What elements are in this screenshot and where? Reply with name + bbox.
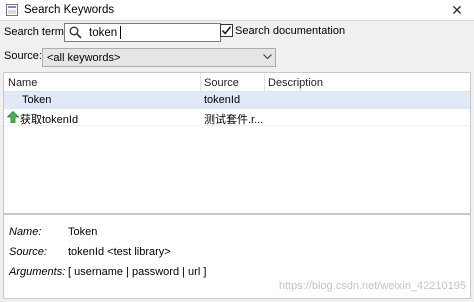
detail-name-label: Name: <box>9 226 42 238</box>
search-documentation-label[interactable]: Search documentation <box>235 25 345 37</box>
search-documentation-checkbox[interactable] <box>220 24 233 37</box>
column-divider[interactable] <box>200 73 201 92</box>
table-row[interactable]: Token tokenId <box>4 92 470 109</box>
table-header: Name Source Description <box>4 73 470 92</box>
detail-source-value: tokenId <test library> <box>68 246 171 258</box>
column-divider[interactable] <box>264 73 265 92</box>
detail-source-label: Source: <box>9 246 47 258</box>
detail-name-value: Token <box>68 226 98 238</box>
keywords-table: Name Source Description Token tokenId 获取… <box>3 72 471 214</box>
column-header-name[interactable]: Name <box>8 77 37 89</box>
column-header-source[interactable]: Source <box>204 77 239 89</box>
close-button[interactable]: ✕ <box>440 0 474 21</box>
window-title: Search Keywords <box>24 4 115 16</box>
search-input-value: token <box>89 27 118 39</box>
source-label: Source: <box>4 50 42 62</box>
table-row[interactable]: 获取tokenId 测试套件.r... <box>4 109 470 126</box>
source-selected-value: <all keywords> <box>47 52 121 64</box>
chevron-down-icon <box>263 54 272 60</box>
detail-arguments-label: Arguments: <box>9 266 66 278</box>
detail-arguments-value: [ username | password | url ] <box>68 266 207 278</box>
search-input[interactable]: token <box>64 23 221 42</box>
title-bar: Search Keywords ✕ <box>0 0 474 21</box>
green-up-arrow-icon <box>7 111 19 123</box>
row-source-cell: 测试套件.r... <box>204 114 264 126</box>
column-header-description[interactable]: Description <box>268 77 323 89</box>
search-term-label: Search term: <box>4 26 67 38</box>
text-caret <box>120 26 121 39</box>
keyword-details-panel: Name: Token Source: tokenId <test librar… <box>3 214 471 299</box>
watermark-text: https://blog.csdn.net/weixin_42210195 <box>278 280 466 292</box>
search-icon <box>69 26 82 39</box>
window-app-icon <box>6 4 18 16</box>
row-name-cell: 获取tokenId <box>20 114 79 126</box>
source-dropdown[interactable]: <all keywords> <box>42 48 276 67</box>
row-source-cell: tokenId <box>204 94 241 106</box>
row-name-cell: Token <box>22 94 52 106</box>
checkmark-icon <box>221 26 232 35</box>
